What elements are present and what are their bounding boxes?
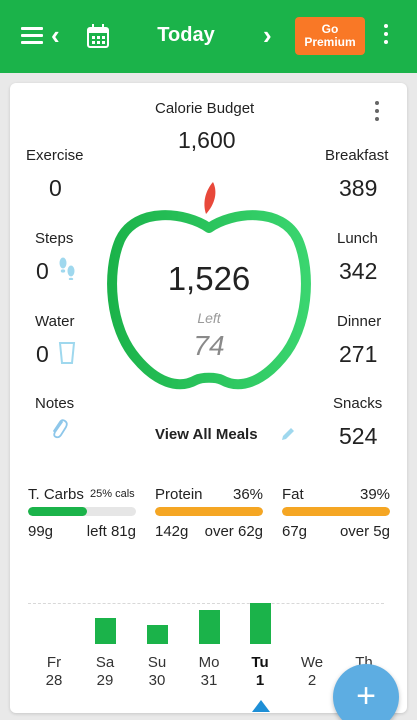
- day-name: Mo: [198, 654, 220, 671]
- selected-day-indicator-icon: [252, 700, 270, 712]
- macro-status: left 81g: [86, 523, 136, 540]
- exercise-label: Exercise: [26, 147, 84, 164]
- day-date: 31: [200, 672, 218, 689]
- macro-name: T. Carbs: [28, 486, 84, 503]
- calories-left-value: 74: [193, 330, 225, 361]
- calorie-apple-ring[interactable]: 1,526 Left 74: [106, 178, 312, 408]
- pencil-icon[interactable]: [279, 425, 297, 443]
- macro-progress-bar: [155, 507, 263, 516]
- day-selector[interactable]: We 2: [292, 654, 332, 690]
- snacks-value[interactable]: 524: [339, 423, 377, 450]
- next-day-chevron-icon[interactable]: ›: [263, 22, 272, 48]
- calendar-icon[interactable]: [86, 23, 110, 49]
- footsteps-icon[interactable]: [57, 256, 77, 281]
- water-glass-icon[interactable]: [57, 341, 77, 365]
- macro-progress-fill: [282, 507, 390, 516]
- day-selector[interactable]: Fr 28: [34, 654, 74, 690]
- macro-percent: 36%: [233, 486, 264, 503]
- day-name: Tu: [251, 654, 269, 671]
- notes-label: Notes: [35, 395, 75, 412]
- day-name: Su: [147, 654, 167, 671]
- calories-consumed: 1,526: [167, 260, 251, 297]
- go-premium-button[interactable]: Go Premium: [295, 17, 365, 55]
- macro-progress-bar: [282, 507, 390, 516]
- day-calorie-bar[interactable]: [249, 602, 271, 644]
- calorie-budget-label: Calorie Budget: [155, 100, 255, 117]
- exercise-value[interactable]: 0: [49, 175, 62, 202]
- steps-value[interactable]: 0: [36, 258, 49, 285]
- top-app-bar: ‹ Today › Go Premium: [0, 0, 417, 73]
- dinner-label: Dinner: [337, 313, 382, 330]
- calorie-budget-value[interactable]: 1,600: [178, 127, 236, 154]
- day-name: Fr: [46, 654, 62, 671]
- day-selector[interactable]: Mo 31: [189, 654, 229, 690]
- day-selector[interactable]: Sa 29: [85, 654, 125, 690]
- macro-status: over 62g: [204, 523, 263, 540]
- day-date: 2: [307, 672, 317, 689]
- lunch-label: Lunch: [337, 230, 378, 247]
- macro-progress-bar: [28, 507, 136, 516]
- day-name: We: [300, 654, 324, 671]
- previous-day-chevron-icon[interactable]: ‹: [51, 22, 60, 48]
- macro-name: Fat: [282, 486, 304, 503]
- snacks-label: Snacks: [333, 395, 383, 412]
- calories-left-label: Left: [197, 310, 221, 326]
- week-chart-baseline: [28, 603, 384, 604]
- macro-percent: 39%: [360, 486, 391, 503]
- day-name: Sa: [95, 654, 115, 671]
- breakfast-label: Breakfast: [325, 147, 389, 164]
- day-selector[interactable]: Tu 1: [240, 654, 280, 690]
- view-all-meals-link[interactable]: View All Meals: [155, 426, 258, 443]
- premium-line2: Premium: [304, 35, 356, 49]
- day-date: 30: [148, 672, 166, 689]
- macro-progress-fill: [28, 507, 88, 516]
- day-date: 1: [255, 672, 265, 689]
- day-calorie-bar[interactable]: [146, 625, 168, 644]
- day-date: 28: [45, 672, 63, 689]
- page-title[interactable]: Today: [148, 24, 224, 47]
- day-calorie-bar[interactable]: [198, 609, 220, 644]
- breakfast-value[interactable]: 389: [339, 175, 377, 202]
- day-calorie-bar[interactable]: [94, 617, 116, 644]
- macro-percent: 25% cals: [90, 488, 135, 500]
- water-label: Water: [35, 313, 75, 330]
- macro-name: Protein: [155, 486, 203, 503]
- water-value[interactable]: 0: [36, 341, 49, 368]
- dinner-value[interactable]: 271: [339, 341, 377, 368]
- macro-progress-fill: [155, 507, 263, 516]
- day-date: 29: [96, 672, 114, 689]
- paperclip-icon[interactable]: [50, 417, 68, 441]
- lunch-value[interactable]: 342: [339, 258, 377, 285]
- macro-status: over 5g: [339, 523, 390, 540]
- day-selector[interactable]: Su 30: [137, 654, 177, 690]
- steps-label: Steps: [35, 230, 74, 247]
- menu-icon[interactable]: [21, 27, 43, 45]
- card-options-icon[interactable]: [374, 101, 380, 121]
- overflow-menu-icon[interactable]: [383, 24, 389, 48]
